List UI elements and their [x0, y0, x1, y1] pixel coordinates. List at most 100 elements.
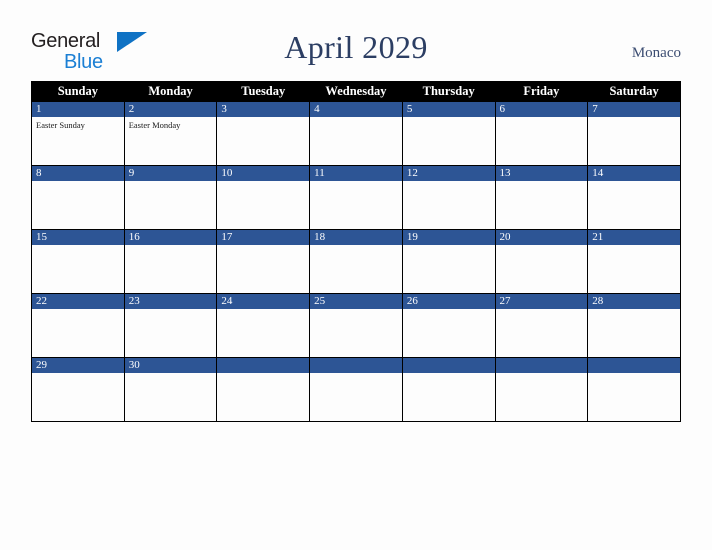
day-number: 19 [402, 230, 495, 245]
country-label: Monaco [631, 45, 681, 61]
day-event-label: Easter Sunday [36, 120, 85, 130]
calendar-day-cell[interactable]: 12 [401, 165, 496, 230]
calendar-day-cell[interactable]: 16 [123, 229, 218, 294]
day-events [32, 373, 124, 421]
calendar-day-cell[interactable]: 8 [31, 165, 125, 230]
calendar-day-cell[interactable] [587, 357, 681, 422]
day-number: 8 [32, 166, 124, 181]
calendar-day-cell[interactable]: 14 [587, 165, 681, 230]
calendar-day-cell[interactable] [401, 357, 496, 422]
calendar-grid: Sunday Monday Tuesday Wednesday Thursday… [31, 81, 681, 422]
calendar-day-cell[interactable]: 3 [216, 101, 311, 166]
day-number: 25 [310, 294, 402, 309]
page-title: April 2029 [284, 29, 428, 65]
calendar-day-cell[interactable] [309, 357, 403, 422]
day-events [310, 373, 402, 421]
calendar-day-cell[interactable]: 6 [494, 101, 589, 166]
day-events [217, 309, 309, 357]
day-events [217, 245, 309, 293]
day-events [496, 181, 588, 229]
calendar-day-cell[interactable]: 4 [309, 101, 403, 166]
day-events [496, 309, 588, 357]
calendar-day-cell[interactable]: 7 [587, 101, 681, 166]
calendar-week-row: 1 Easter Sunday 2 Easter Monday 3 4 5 6 7 [31, 101, 681, 166]
day-events [125, 309, 217, 357]
calendar-day-cell[interactable]: 27 [494, 293, 589, 358]
day-events [125, 181, 217, 229]
calendar-day-cell[interactable] [494, 357, 589, 422]
day-number: 10 [217, 166, 310, 181]
calendar-day-cell[interactable]: 21 [587, 229, 681, 294]
day-events [32, 181, 124, 229]
weekday-header-saturday: Saturday [587, 81, 681, 102]
day-events [217, 117, 309, 165]
calendar-day-cell[interactable]: 30 [123, 357, 218, 422]
day-number: 16 [124, 230, 217, 245]
calendar-day-cell[interactable]: 17 [216, 229, 311, 294]
day-events [588, 245, 680, 293]
calendar-day-cell[interactable]: 11 [309, 165, 403, 230]
day-number [495, 358, 588, 373]
day-events [310, 181, 402, 229]
day-events [310, 309, 402, 357]
calendar-day-cell[interactable]: 9 [123, 165, 218, 230]
calendar-day-cell[interactable]: 24 [216, 293, 311, 358]
calendar-week-row: 8 9 10 11 12 13 14 [31, 165, 681, 230]
day-events [403, 181, 495, 229]
weekday-header-monday: Monday [123, 81, 218, 102]
calendar-day-cell[interactable]: 28 [587, 293, 681, 358]
calendar-day-cell[interactable]: 18 [309, 229, 403, 294]
calendar-week-row: 15 16 17 18 19 20 21 [31, 229, 681, 294]
calendar-day-cell[interactable]: 15 [31, 229, 125, 294]
day-events [403, 117, 495, 165]
calendar-body: 1 Easter Sunday 2 Easter Monday 3 4 5 6 7 8 9 10 11 1… [31, 101, 681, 422]
day-number [588, 358, 680, 373]
day-number: 23 [124, 294, 217, 309]
day-events [496, 117, 588, 165]
day-number: 7 [588, 102, 680, 117]
day-number: 2 [124, 102, 217, 117]
day-number: 12 [402, 166, 495, 181]
day-events [125, 245, 217, 293]
day-number: 3 [217, 102, 310, 117]
day-events [403, 373, 495, 421]
calendar-day-cell[interactable]: 25 [309, 293, 403, 358]
day-events [496, 373, 588, 421]
calendar-day-cell[interactable]: 26 [401, 293, 496, 358]
calendar-day-cell[interactable]: 20 [494, 229, 589, 294]
weekday-header-friday: Friday [494, 81, 589, 102]
day-events [403, 309, 495, 357]
calendar-day-cell[interactable]: 5 [401, 101, 496, 166]
day-number: 13 [495, 166, 588, 181]
calendar-week-row: 22 23 24 25 26 27 28 [31, 293, 681, 358]
calendar-day-cell[interactable]: 23 [123, 293, 218, 358]
day-number: 29 [32, 358, 124, 373]
day-events [588, 373, 680, 421]
calendar-day-cell[interactable]: 13 [494, 165, 589, 230]
day-events [217, 181, 309, 229]
page-header: General Blue April 2029 Monaco [0, 0, 712, 80]
weekday-header-wednesday: Wednesday [309, 81, 403, 102]
day-number [402, 358, 495, 373]
day-events [496, 245, 588, 293]
day-number: 30 [124, 358, 217, 373]
day-events [310, 245, 402, 293]
calendar-page: General Blue April 2029 Monaco Sunday Mo… [0, 0, 712, 550]
calendar-day-cell[interactable]: 10 [216, 165, 311, 230]
day-number: 5 [402, 102, 495, 117]
calendar-day-cell[interactable]: 2 Easter Monday [123, 101, 218, 166]
day-events: Easter Monday [125, 117, 217, 165]
day-events [310, 117, 402, 165]
calendar-week-row: 29 30 [31, 357, 681, 422]
day-events [588, 181, 680, 229]
day-number: 6 [495, 102, 588, 117]
calendar-day-cell[interactable]: 1 Easter Sunday [31, 101, 125, 166]
calendar-day-cell[interactable] [216, 357, 311, 422]
day-event-label: Easter Monday [128, 120, 181, 130]
day-events: Easter Sunday [32, 117, 124, 165]
calendar-day-cell[interactable]: 19 [401, 229, 496, 294]
day-events [217, 373, 309, 421]
day-number: 24 [217, 294, 310, 309]
calendar-day-cell[interactable]: 29 [31, 357, 125, 422]
calendar-day-cell[interactable]: 22 [31, 293, 125, 358]
